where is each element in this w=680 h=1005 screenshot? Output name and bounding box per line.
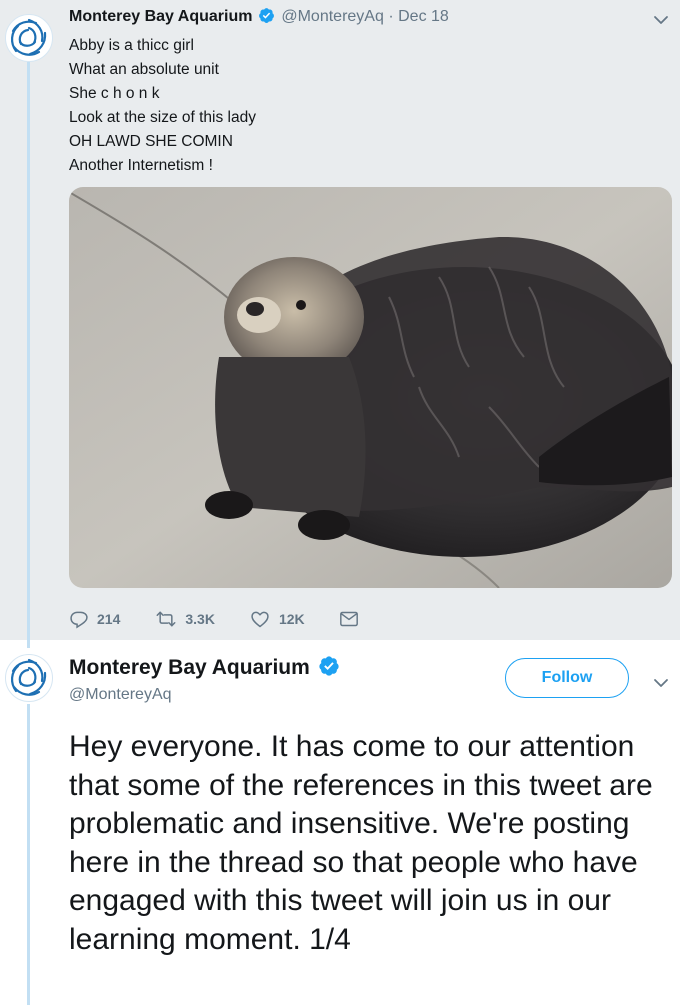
separator: · [388,8,394,25]
tweet-photo[interactable] [69,187,672,588]
aquarium-logo-icon [7,656,51,700]
verified-badge-icon [318,656,339,677]
reply-count: 214 [97,611,121,627]
thread-line [27,62,30,640]
tweet-text: Abby is a thicc girl What an absolute un… [69,34,256,178]
tweet-line: She c h o n k [69,85,160,102]
like-icon [251,611,269,628]
follow-button[interactable]: Follow [505,658,629,698]
display-name[interactable]: Monterey Bay Aquarium [69,8,252,25]
retweet-count: 3.3K [185,611,215,627]
handle[interactable]: @MontereyAq [69,686,172,704]
avatar[interactable] [5,654,53,702]
tweet-text: Hey everyone. It has come to our attenti… [69,730,653,956]
retweet-button[interactable]: 3.3K [155,609,215,629]
tweet-original[interactable]: Monterey Bay Aquarium @MontereyAq · Dec … [0,0,680,640]
tweet-actions: 214 3.3K 12K [69,606,359,632]
retweet-icon [156,611,176,627]
tweet-line: OH LAWD SHE COMIN [69,133,233,150]
tweet-line: Abby is a thicc girl [69,37,194,54]
display-name[interactable]: Monterey Bay Aquarium [69,656,310,679]
tweet-line: What an absolute unit [69,61,219,78]
aquarium-logo-icon [7,16,51,60]
reply-button[interactable]: 214 [69,609,120,629]
verified-badge-icon [258,7,274,23]
chevron-down-icon[interactable] [652,11,670,29]
dm-button[interactable] [339,610,359,628]
dm-icon [339,611,358,627]
avatar[interactable] [5,14,53,62]
like-count: 12K [278,611,305,627]
thread-line [27,704,30,1005]
handle[interactable]: @MontereyAq [281,8,384,25]
sea-otter-image [69,187,672,588]
tweet-reply[interactable]: Monterey Bay Aquarium @MontereyAq Follow… [0,640,680,1005]
chevron-down-icon[interactable] [652,674,670,692]
tweet-line: Look at the size of this lady [69,109,256,126]
tweet-date[interactable]: Dec 18 [398,8,449,25]
tweet-line: Another Internetism ! [69,157,213,174]
reply-icon [70,611,88,629]
display-name-row: Monterey Bay Aquarium [69,656,340,680]
like-button[interactable]: 12K [249,609,305,629]
thread-line [27,640,30,648]
tweet-header: Monterey Bay Aquarium @MontereyAq · Dec … [69,7,449,26]
